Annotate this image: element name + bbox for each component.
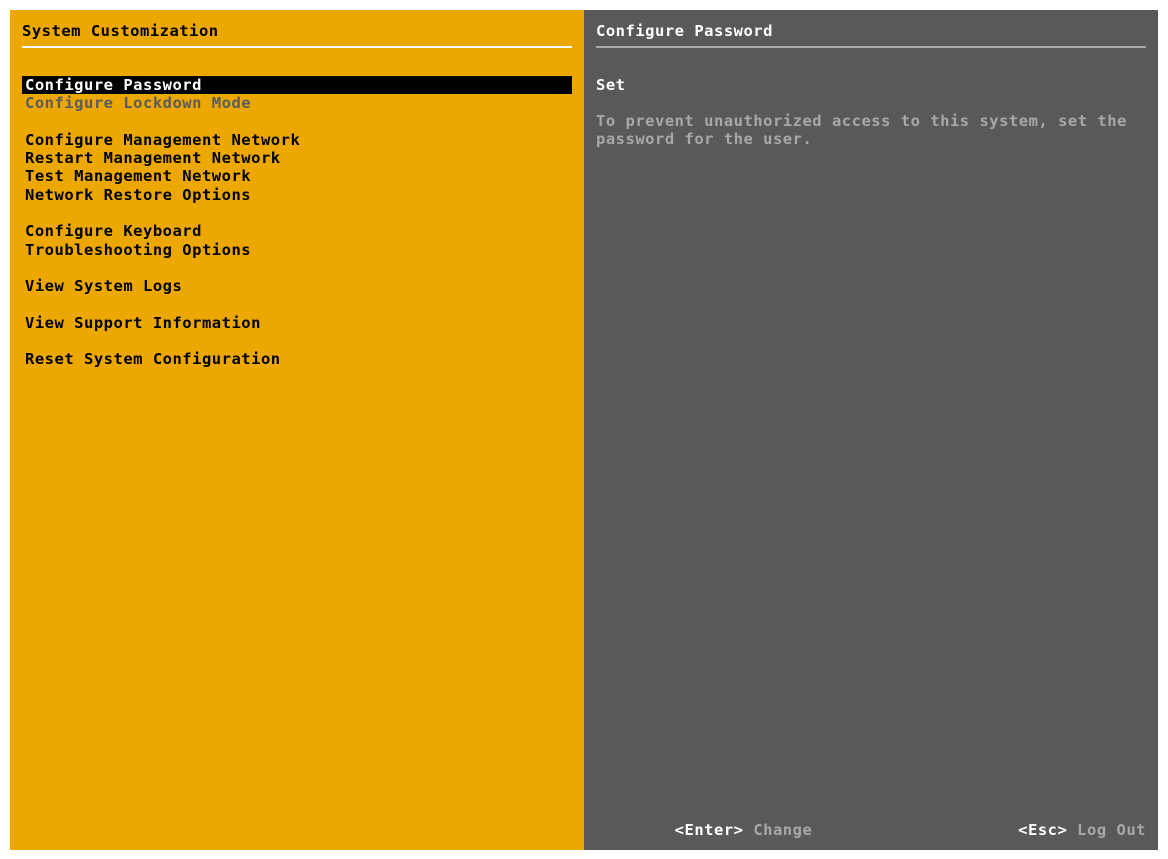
menu-item-view-support-information[interactable]: View Support Information (22, 314, 572, 332)
hint-enter-action: Change (743, 821, 812, 839)
menu-item-troubleshooting-options[interactable]: Troubleshooting Options (22, 241, 572, 259)
menu-list: Configure PasswordConfigure Lockdown Mod… (22, 76, 572, 369)
footer-hints: <Enter> Change <Esc> Log Out (596, 820, 1146, 840)
left-pane: System Customization Configure PasswordC… (10, 10, 584, 850)
hint-enter[interactable]: <Enter> Change (596, 803, 812, 857)
menu-spacer (22, 113, 572, 131)
menu-spacer (22, 296, 572, 314)
menu-item-reset-system-configuration[interactable]: Reset System Configuration (22, 350, 572, 368)
menu-item-network-restore-options[interactable]: Network Restore Options (22, 186, 572, 204)
left-pane-title: System Customization (22, 22, 572, 42)
menu-item-test-mgmt-network[interactable]: Test Management Network (22, 167, 572, 185)
detail-heading: Set (596, 76, 1146, 94)
menu-item-restart-mgmt-network[interactable]: Restart Management Network (22, 149, 572, 167)
menu-item-configure-lockdown-mode: Configure Lockdown Mode (22, 94, 572, 112)
menu-item-configure-keyboard[interactable]: Configure Keyboard (22, 222, 572, 240)
hint-enter-key: <Enter> (675, 821, 744, 839)
hint-esc-key: <Esc> (1018, 821, 1067, 839)
menu-item-configure-mgmt-network[interactable]: Configure Management Network (22, 131, 572, 149)
menu-spacer (22, 204, 572, 222)
menu-spacer (22, 259, 572, 277)
right-pane-divider (596, 46, 1146, 48)
hint-esc[interactable]: <Esc> Log Out (940, 803, 1146, 857)
hint-esc-action: Log Out (1067, 821, 1146, 839)
menu-item-configure-password[interactable]: Configure Password (22, 76, 572, 94)
detail-area: Set To prevent unauthorized access to th… (596, 76, 1146, 148)
detail-body: To prevent unauthorized access to this s… (596, 112, 1146, 148)
menu-spacer (22, 332, 572, 350)
menu-item-view-system-logs[interactable]: View System Logs (22, 277, 572, 295)
right-pane: Configure Password Set To prevent unauth… (584, 10, 1158, 850)
left-pane-divider (22, 46, 572, 48)
right-pane-title: Configure Password (596, 22, 1146, 42)
dcui-screen: System Customization Configure PasswordC… (0, 0, 1168, 859)
